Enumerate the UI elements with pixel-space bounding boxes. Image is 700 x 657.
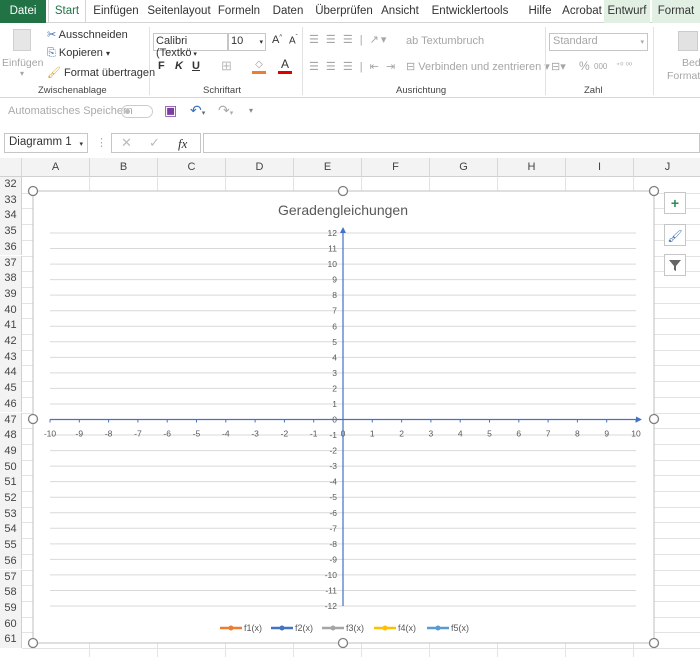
legend-marker (382, 625, 388, 631)
y-tick-label: 11 (328, 244, 337, 254)
y-tick-label: -1 (329, 430, 337, 440)
x-tick-label: 6 (516, 429, 521, 439)
x-tick-label: 1 (370, 429, 375, 439)
x-tick-label: 7 (546, 429, 551, 439)
y-tick-label: -6 (329, 508, 337, 518)
x-tick-label: -3 (251, 429, 259, 439)
y-tick-label: -11 (325, 585, 337, 595)
legend-marker (279, 625, 285, 631)
resize-handle[interactable] (337, 185, 349, 197)
legend-entry: f2(x) (295, 623, 313, 633)
resize-handle[interactable] (648, 185, 660, 197)
chart[interactable]: Geradengleichungen1211109876543210-1-2-3… (0, 0, 700, 657)
y-tick-label: -4 (329, 477, 337, 487)
x-tick-label: -5 (193, 429, 201, 439)
chart-elements-button[interactable]: + (664, 192, 686, 214)
x-tick-label: 2 (399, 429, 404, 439)
resize-handle[interactable] (27, 413, 39, 425)
x-tick-label: -10 (44, 429, 57, 439)
x-tick-label: 4 (458, 429, 463, 439)
y-tick-label: 4 (332, 352, 337, 362)
y-tick-label: -12 (325, 601, 338, 611)
y-tick-label: 10 (328, 259, 338, 269)
chart-filter-button[interactable] (664, 254, 686, 276)
x-tick-label: -9 (76, 429, 84, 439)
y-tick-label: 3 (332, 368, 337, 378)
legend-entry: f3(x) (346, 623, 364, 633)
brush-icon: 🖌 (667, 229, 683, 243)
y-tick-label: -8 (329, 539, 337, 549)
resize-handle[interactable] (648, 413, 660, 425)
y-tick-label: 9 (332, 275, 337, 285)
resize-handle[interactable] (27, 185, 39, 197)
x-tick-label: -7 (134, 429, 142, 439)
legend-entry: f1(x) (244, 623, 262, 633)
y-tick-label: -2 (329, 446, 337, 456)
y-tick-label: 5 (332, 337, 337, 347)
y-tick-label: 8 (332, 290, 337, 300)
chart-title: Geradengleichungen (278, 202, 408, 218)
y-tick-label: 12 (328, 228, 338, 238)
legend-entry: f5(x) (451, 623, 469, 633)
y-tick-label: -5 (329, 492, 337, 502)
y-tick-label: 7 (332, 306, 337, 316)
y-tick-label: -10 (325, 570, 338, 580)
legend-marker (330, 625, 336, 631)
legend-entry: f4(x) (398, 623, 416, 633)
x-tick-label: 9 (604, 429, 609, 439)
legend-marker (228, 625, 234, 631)
resize-handle[interactable] (648, 637, 660, 649)
chart-styles-button[interactable]: 🖌 (664, 224, 686, 246)
x-tick-label: 0 (341, 429, 346, 439)
x-tick-label: -1 (310, 429, 318, 439)
x-tick-label: -4 (222, 429, 230, 439)
x-tick-label: 8 (575, 429, 580, 439)
y-tick-label: 6 (332, 321, 337, 331)
x-tick-label: -2 (281, 429, 289, 439)
y-tick-label: 2 (332, 383, 337, 393)
resize-handle[interactable] (27, 637, 39, 649)
legend-marker (435, 625, 441, 631)
y-tick-label: 1 (332, 399, 337, 409)
y-tick-label: -3 (329, 461, 337, 471)
x-tick-label: 5 (487, 429, 492, 439)
x-tick-label: -6 (163, 429, 171, 439)
x-tick-label: 10 (631, 429, 641, 439)
filter-icon (669, 260, 681, 271)
x-tick-label: -8 (105, 429, 113, 439)
x-tick-label: 3 (429, 429, 434, 439)
resize-handle[interactable] (337, 637, 349, 649)
y-tick-label: -7 (329, 523, 337, 533)
y-tick-label: -9 (329, 554, 337, 564)
